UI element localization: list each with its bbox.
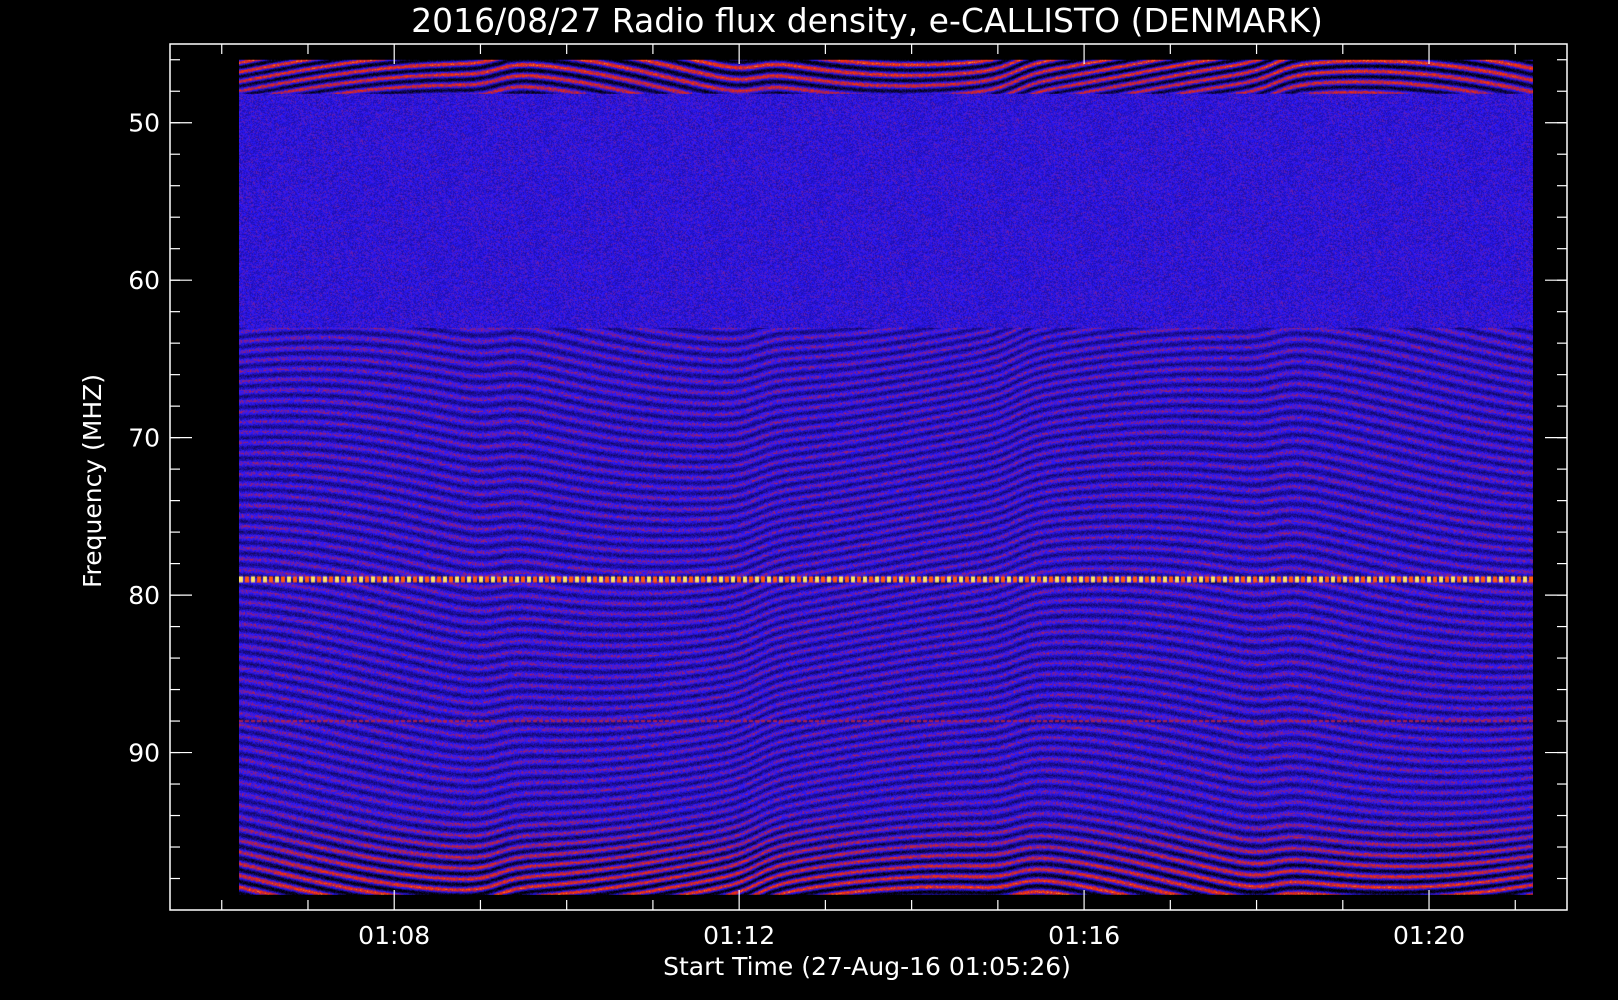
y-tick-labels: 50 60 70 80 90: [128, 109, 160, 768]
y-axis-label: Frequency (MHZ): [78, 374, 107, 588]
x-tick-label: 01:12: [703, 921, 775, 950]
x-tick-label: 01:16: [1048, 921, 1120, 950]
x-tick-label: 01:20: [1393, 921, 1465, 950]
y-tick-label: 90: [128, 739, 160, 768]
y-tick-label: 60: [128, 266, 160, 295]
spectrogram-image: [238, 59, 1533, 895]
x-tick-labels: 01:08 01:12 01:16 01:20: [358, 921, 1465, 950]
y-tick-label: 50: [128, 109, 160, 138]
spectrogram-raster: [238, 59, 1533, 895]
y-tick-label: 70: [128, 424, 160, 453]
x-tick-label: 01:08: [358, 921, 430, 950]
x-axis-label: Start Time (27-Aug-16 01:05:26): [663, 952, 1071, 981]
chart-title: 2016/08/27 Radio flux density, e-CALLIST…: [411, 1, 1323, 40]
y-tick-label: 80: [128, 581, 160, 610]
spectrogram-chart: 2016/08/27 Radio flux density, e-CALLIST…: [78, 1, 1568, 981]
